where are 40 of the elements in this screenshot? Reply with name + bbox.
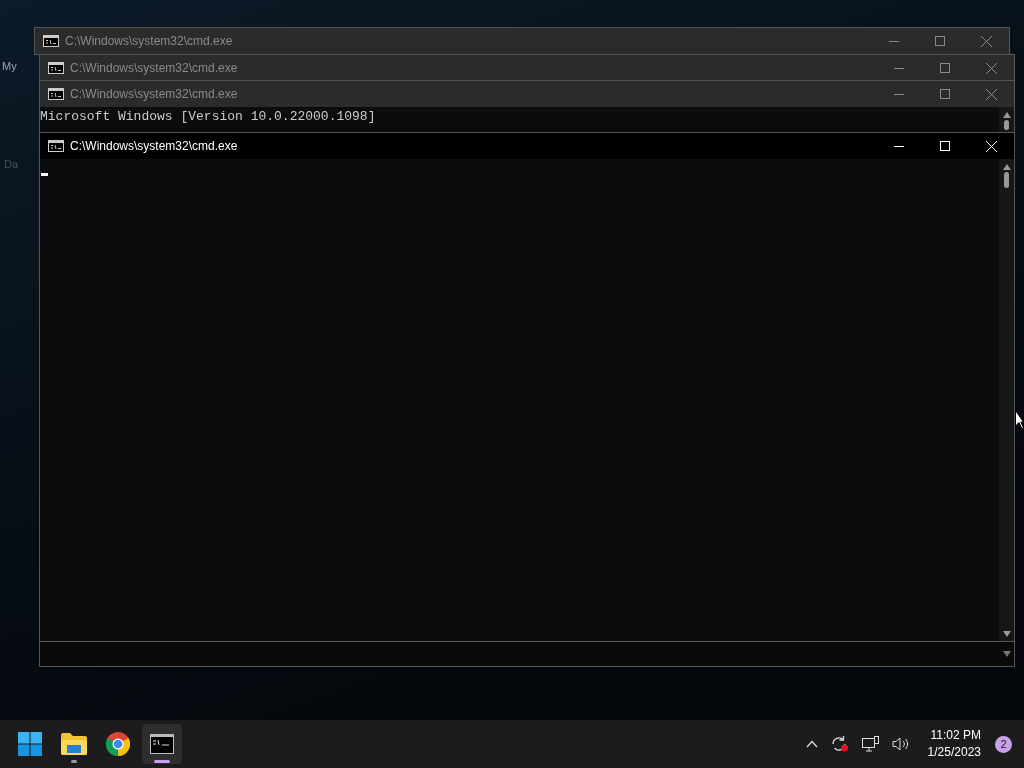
maximize-icon [940, 63, 950, 73]
maximize-icon [940, 141, 950, 151]
terminal-icon [48, 88, 64, 100]
arrow-down-icon[interactable] [1002, 631, 1011, 637]
terminal-icon [43, 35, 59, 47]
browser-icon [106, 732, 130, 756]
close-icon [985, 140, 997, 152]
chevron-up-icon[interactable] [805, 740, 818, 748]
close-icon [985, 88, 997, 100]
window-title: C:\Windows\system32\cmd.exe [70, 86, 238, 103]
folder-icon [61, 733, 87, 755]
maximize-icon [940, 89, 950, 99]
maximize-icon [935, 36, 945, 46]
running-indicator [154, 760, 170, 763]
scrollbar[interactable] [999, 159, 1014, 641]
running-indicator [71, 760, 77, 763]
window-title: C:\Windows\system32\cmd.exe [65, 33, 233, 50]
volume-icon[interactable] [891, 737, 910, 751]
sync-icon[interactable] [829, 735, 850, 753]
terminal-icon [48, 62, 64, 74]
notification-badge[interactable]: 2 [995, 735, 1012, 753]
network-icon[interactable] [861, 736, 880, 752]
terminal-icon [150, 734, 174, 754]
console-line: Microsoft Windows [Version 10.0.22000.1098] [40, 109, 376, 125]
arrow-up-icon[interactable] [1002, 112, 1011, 118]
window-title: C:\Windows\system32\cmd.exe [70, 60, 238, 77]
windows-logo-icon [18, 732, 42, 756]
scrollbar-thumb[interactable] [1004, 120, 1009, 130]
window-title: C:\Windows\system32\cmd.exe [70, 138, 238, 155]
scrollbar[interactable] [999, 107, 1014, 132]
taskbar-app-button[interactable] [142, 724, 182, 764]
close-icon [985, 62, 997, 74]
clock[interactable]: 11:02 PM 1/25/2023 [927, 727, 981, 761]
scrollbar-thumb[interactable] [1004, 172, 1009, 188]
arrow-up-icon[interactable] [1002, 164, 1011, 170]
text-cursor [41, 173, 48, 176]
desktop-icon-label[interactable]: My [2, 58, 17, 75]
close-icon [980, 35, 992, 47]
arrow-down-icon[interactable] [1003, 651, 1011, 657]
terminal-icon [48, 140, 64, 152]
